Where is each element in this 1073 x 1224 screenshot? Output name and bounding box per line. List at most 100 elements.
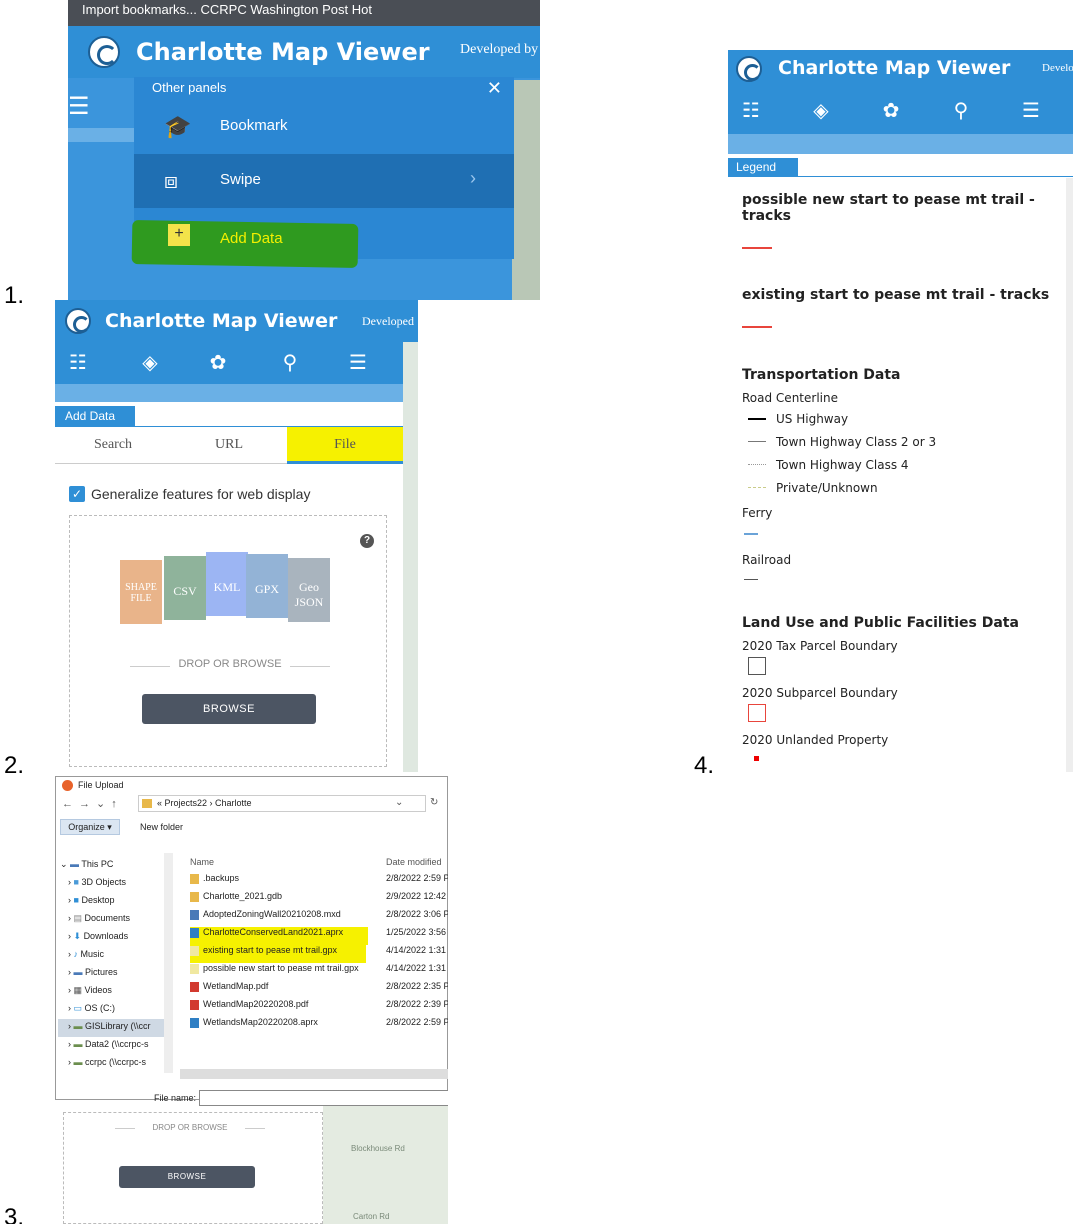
- tax-parcel-symbol: [748, 657, 766, 675]
- add-data-icon: +: [168, 224, 190, 246]
- legend-scrollbar[interactable]: [1066, 178, 1073, 772]
- help-icon[interactable]: ?: [360, 534, 374, 548]
- graduation-cap-icon: 🎓: [164, 114, 192, 139]
- ferry-symbol: [744, 533, 758, 535]
- menu-item-swipe[interactable]: ⧈ Swipe ›: [134, 154, 514, 208]
- file-date: 4/14/2022 1:31 I: [386, 945, 448, 955]
- us-highway-symbol: [748, 418, 766, 420]
- file-date: 2/8/2022 2:59 PI: [386, 873, 448, 883]
- close-icon[interactable]: ✕: [487, 77, 502, 99]
- column-name[interactable]: Name: [190, 857, 214, 867]
- nav-pictures[interactable]: › ▬ Pictures: [68, 967, 118, 977]
- browse-button[interactable]: BROWSE: [142, 694, 316, 724]
- app-title: Charlotte Map Viewer: [136, 38, 430, 66]
- more-panels-icon[interactable]: ☰: [345, 350, 371, 374]
- menu-item-add-data[interactable]: Add Data: [220, 230, 283, 247]
- generalize-checkbox[interactable]: ✓: [69, 486, 85, 502]
- step-number-4: 4.: [694, 752, 715, 779]
- nav-documents[interactable]: › ▤ Documents: [68, 913, 130, 924]
- dialog-title: File Upload: [78, 780, 124, 790]
- tab-url[interactable]: URL: [171, 427, 287, 463]
- nav-arrows[interactable]: ←→⌄↑: [62, 797, 123, 810]
- file-date: 2/8/2022 3:06 PI: [386, 909, 448, 919]
- app-header: Charlotte Map Viewer Developed by: [68, 26, 540, 78]
- map-edge: [403, 342, 418, 772]
- file-name: WetlandsMap20220208.aprx: [203, 1017, 318, 1027]
- tax-parcel-label: 2020 Tax Parcel Boundary: [742, 639, 898, 653]
- railroad-label: Railroad: [742, 553, 792, 567]
- file-name-input[interactable]: [199, 1090, 448, 1106]
- file-date: 2/8/2022 2:59 PI: [386, 1017, 448, 1027]
- developed-by: Developed by: [460, 42, 539, 57]
- nav-music[interactable]: › ♪ Music: [68, 949, 104, 959]
- file-row[interactable]: AdoptedZoningWall20210208.mxd 2/8/2022 3:…: [190, 909, 448, 920]
- file-row[interactable]: Charlotte_2021.gdb 2/9/2022 12:42 I: [190, 891, 448, 902]
- file-icon: [190, 927, 199, 938]
- basemap-icon[interactable]: ✿: [205, 350, 231, 374]
- file-icon: [190, 963, 199, 974]
- legend-list-icon[interactable]: ☷: [65, 350, 91, 374]
- app-header: Charlotte Map Viewer Develo: [728, 50, 1073, 88]
- file-icon: [190, 1017, 199, 1028]
- file-icon: [190, 873, 199, 884]
- basemap-icon[interactable]: ✿: [878, 98, 904, 122]
- nav-ccrpc[interactable]: › ▬ ccrpc (\\ccrpc-s: [68, 1057, 146, 1067]
- browse-button[interactable]: BROWSE: [119, 1166, 255, 1188]
- more-panels-icon[interactable]: ☰: [1018, 98, 1044, 122]
- legend-tab: Legend: [728, 158, 798, 176]
- nav-3d-objects[interactable]: › ■ 3D Objects: [68, 877, 126, 887]
- search-icon[interactable]: ⚲: [948, 98, 974, 122]
- ferry-label: Ferry: [742, 506, 773, 520]
- layers-icon[interactable]: ◈: [137, 350, 163, 374]
- nav-desktop[interactable]: › ■ Desktop: [68, 895, 114, 905]
- developed-by: Developed: [362, 314, 414, 328]
- tab-file[interactable]: File: [287, 427, 403, 463]
- address-bar[interactable]: « Projects22 › Charlotte ⌄: [138, 795, 426, 812]
- nav-scrollbar[interactable]: [164, 853, 173, 1073]
- track-symbol: [742, 326, 772, 328]
- new-folder-button[interactable]: New folder: [140, 822, 183, 832]
- landuse-heading: Land Use and Public Facilities Data: [742, 615, 1019, 631]
- transport-heading: Transportation Data: [742, 367, 901, 383]
- file-name: AdoptedZoningWall20210208.mxd: [203, 909, 341, 919]
- column-date-modified[interactable]: Date modified: [386, 857, 442, 867]
- file-row[interactable]: CharlotteConservedLand2021.aprx 1/25/2022…: [190, 927, 448, 938]
- panel-other-panels: Import bookmarks... CCRPC Washington Pos…: [68, 0, 540, 300]
- file-drop-zone[interactable]: ? SHAPE FILE CSV KML GPX Geo JSON DROP O…: [69, 515, 387, 767]
- nav-this-pc[interactable]: ⌄ ▬ This PC: [60, 859, 113, 870]
- file-row[interactable]: possible new start to pease mt trail.gpx…: [190, 963, 448, 974]
- menu-item-bookmark[interactable]: 🎓 Bookmark: [134, 100, 514, 154]
- legend-layer-existing: existing start to pease mt trail - track…: [742, 287, 1050, 303]
- file-row[interactable]: WetlandMap20220208.pdf 2/8/2022 2:39 PI: [190, 999, 448, 1010]
- kml-icon: KML: [206, 552, 248, 616]
- legend-list-icon[interactable]: ☷: [738, 98, 764, 122]
- nav-os-c[interactable]: › ▭ OS (C:): [68, 1003, 115, 1014]
- search-icon[interactable]: ⚲: [277, 350, 303, 374]
- legend-layer-possible-new: possible new start to pease mt trail - t…: [742, 192, 1035, 224]
- file-date: 2/8/2022 2:39 PI: [386, 999, 448, 1009]
- file-row[interactable]: .backups 2/8/2022 2:59 PI: [190, 873, 448, 884]
- road-centerline-label: Road Centerline: [742, 391, 838, 405]
- layers-icon[interactable]: ◈: [808, 98, 834, 122]
- class23-symbol: [748, 441, 766, 442]
- organize-button[interactable]: Organize ▾: [60, 819, 120, 835]
- horizontal-scrollbar[interactable]: [180, 1069, 448, 1079]
- file-name: possible new start to pease mt trail.gpx: [203, 963, 359, 973]
- file-row[interactable]: WetlandsMap20220208.aprx 2/8/2022 2:59 PI: [190, 1017, 448, 1028]
- developed-by: Develo: [1042, 62, 1073, 74]
- road-label: Carton Rd: [353, 1212, 390, 1221]
- list-icon[interactable]: ☰: [68, 92, 90, 120]
- tab-search[interactable]: Search: [55, 427, 171, 463]
- nav-gislibrary[interactable]: › ▬ GISLibrary (\\ccr: [68, 1021, 151, 1031]
- nav-data2[interactable]: › ▬ Data2 (\\ccrpc-s: [68, 1039, 149, 1049]
- railroad-symbol: [744, 579, 758, 580]
- refresh-icon[interactable]: ↻: [430, 797, 438, 808]
- file-row[interactable]: WetlandMap.pdf 2/8/2022 2:35 PI: [190, 981, 448, 992]
- map-background: Blockhouse Rd Carton Rd: [323, 1100, 448, 1224]
- app-logo: [88, 36, 120, 68]
- step-number-2: 2.: [4, 752, 25, 779]
- file-row[interactable]: existing start to pease mt trail.gpx 4/14…: [190, 945, 448, 956]
- nav-videos[interactable]: › ▦ Videos: [68, 985, 112, 996]
- nav-downloads[interactable]: › ⬇ Downloads: [68, 931, 128, 942]
- file-icon: [190, 891, 199, 902]
